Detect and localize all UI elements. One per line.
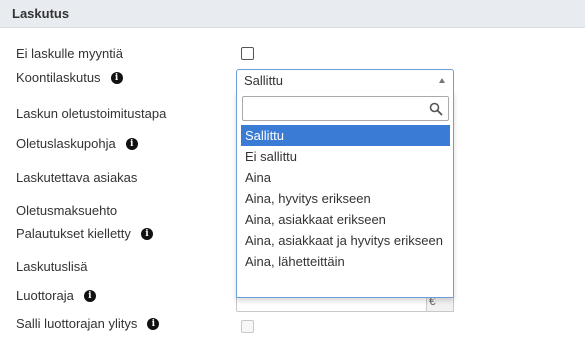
option-item[interactable]: Aina, hyvitys erikseen xyxy=(241,188,450,209)
row-label-text: Ei laskulle myyntiä xyxy=(16,46,123,61)
row-label-text: Salli luottorajan ylitys xyxy=(16,316,138,331)
info-icon[interactable]: i xyxy=(83,289,96,302)
koontilaskutus-select[interactable]: Sallittu xyxy=(236,69,454,92)
label-palautukset-kielletty: Palautukset kielletty i xyxy=(16,226,153,241)
label-salli-luottorajan-ylitys: Salli luottorajan ylitys i xyxy=(16,316,160,331)
ei-laskulle-myyntia-checkbox[interactable] xyxy=(241,47,254,60)
label-laskutuslisa: Laskutuslisä xyxy=(16,259,88,274)
label-luottoraja: Luottoraja i xyxy=(16,288,96,303)
section-title: Laskutus xyxy=(12,6,70,21)
search-icon xyxy=(429,102,443,116)
label-oletuslaskupohja: Oletuslaskupohja i xyxy=(16,136,138,151)
option-item[interactable]: Aina, asiakkaat ja hyvitys erikseen xyxy=(241,230,450,251)
row-label-text: Oletuslaskupohja xyxy=(16,136,116,151)
salli-luottorajan-ylitys-checkbox[interactable] xyxy=(241,320,254,333)
section-header: Laskutus xyxy=(0,0,585,28)
row-label-text: Oletusmaksuehto xyxy=(16,203,118,218)
label-koontilaskutus: Koontilaskutus i xyxy=(16,70,123,85)
option-item[interactable]: Aina, asiakkaat erikseen xyxy=(241,209,450,230)
label-laskun-oletustoimitustapa: Laskun oletustoimitustapa xyxy=(16,106,166,121)
caret-up-icon xyxy=(439,78,445,83)
option-item[interactable]: Ei sallittu xyxy=(241,146,450,167)
option-list: Sallittu Ei sallittu Aina Aina, hyvitys … xyxy=(241,125,450,272)
dropdown-search[interactable] xyxy=(242,96,449,121)
select-value: Sallittu xyxy=(244,73,284,88)
row-label-text: Laskun oletustoimitustapa xyxy=(16,106,167,121)
row-label-text: Luottoraja xyxy=(16,288,74,303)
info-icon[interactable]: i xyxy=(125,137,138,150)
label-oletusmaksuehto: Oletusmaksuehto xyxy=(16,203,117,218)
label-ei-laskulle-myyntia: Ei laskulle myyntiä xyxy=(16,46,123,61)
option-item[interactable]: Aina xyxy=(241,167,450,188)
info-icon[interactable]: i xyxy=(147,317,160,330)
koontilaskutus-dropdown: Sallittu Ei sallittu Aina Aina, hyvitys … xyxy=(236,91,454,298)
option-item[interactable]: Sallittu xyxy=(241,125,450,146)
row-label-text: Koontilaskutus xyxy=(16,70,101,85)
row-label-text: Palautukset kielletty xyxy=(16,226,131,241)
info-icon[interactable]: i xyxy=(140,227,153,240)
option-item[interactable]: Aina, lähetteittäin xyxy=(241,251,450,272)
row-label-text: Laskutettava asiakas xyxy=(16,170,138,185)
label-laskutettava-asiakas: Laskutettava asiakas xyxy=(16,170,137,185)
search-input[interactable] xyxy=(243,97,423,120)
row-label-text: Laskutuslisä xyxy=(16,259,88,274)
info-icon[interactable]: i xyxy=(110,71,123,84)
